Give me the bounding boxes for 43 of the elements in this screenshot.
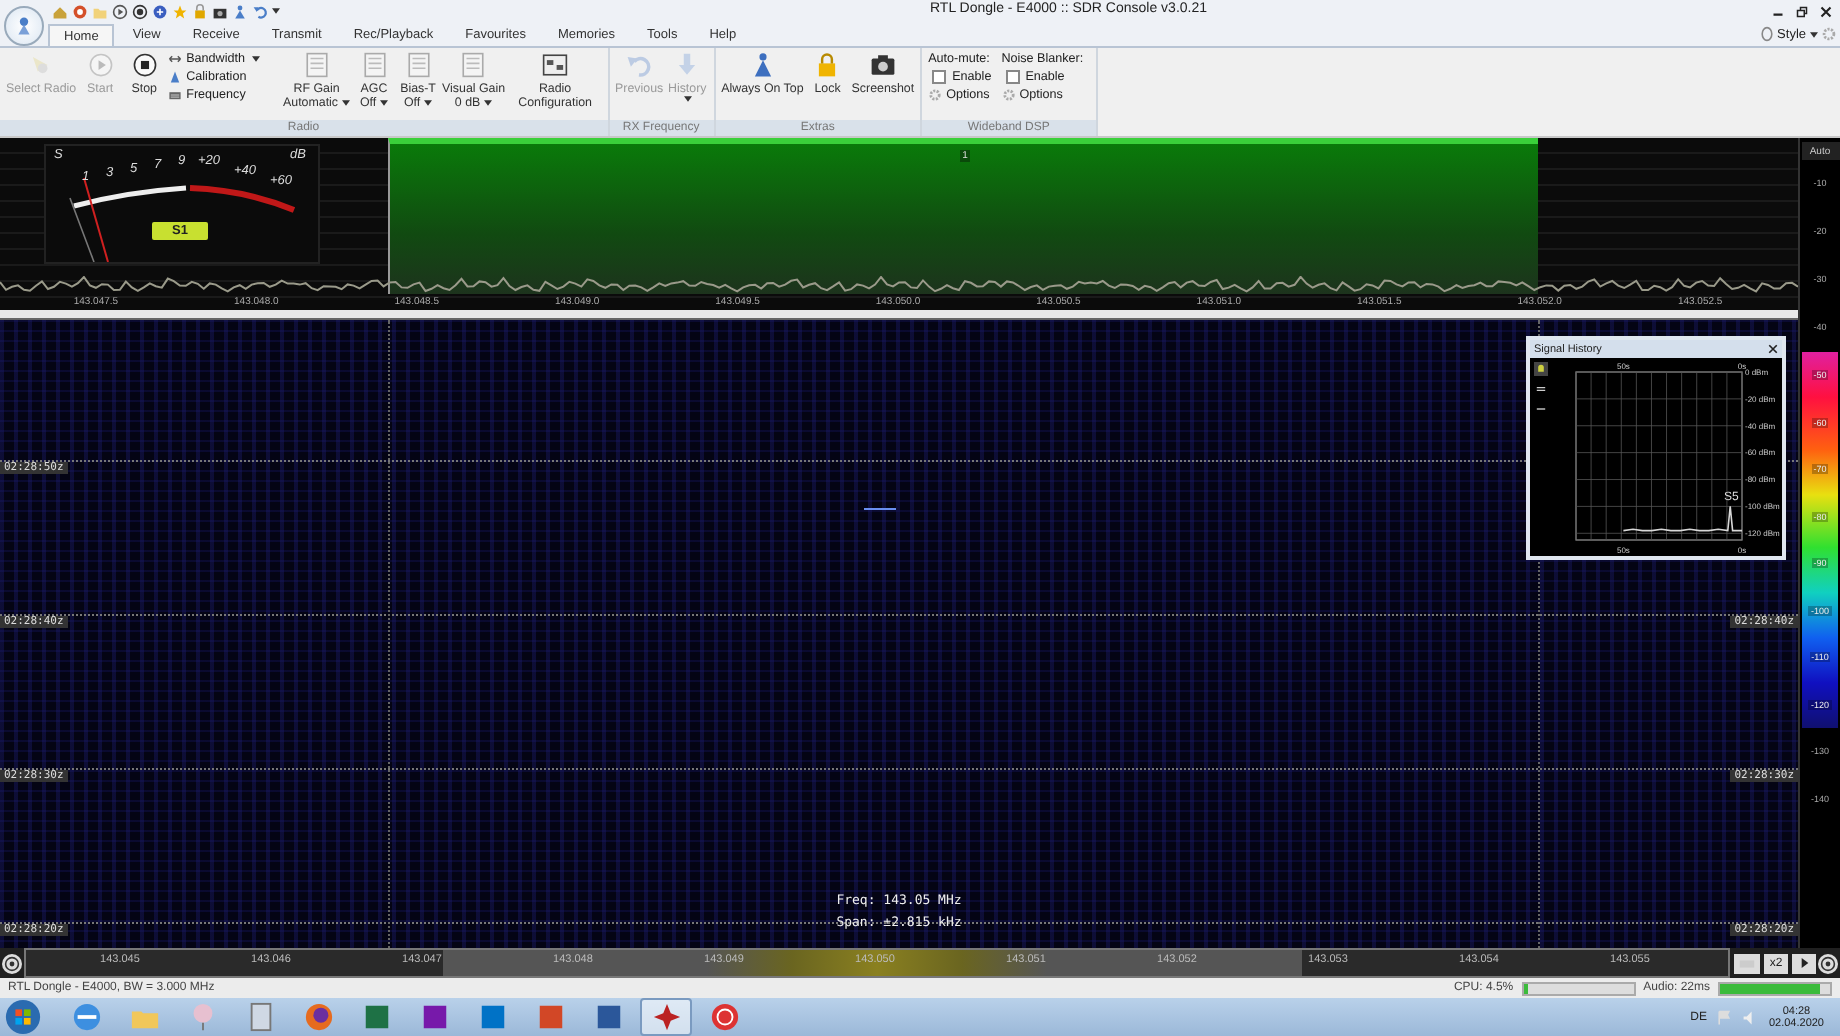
record-icon[interactable]	[132, 3, 148, 19]
camera-icon[interactable]	[212, 3, 228, 19]
start-icon[interactable]	[4, 998, 42, 1036]
play-icon[interactable]	[112, 3, 128, 19]
audio-meter	[1718, 981, 1832, 995]
lock-icon	[814, 52, 841, 78]
caret-icon	[684, 96, 693, 102]
caret-icon[interactable]	[272, 8, 280, 14]
restore-icon[interactable]	[1796, 5, 1808, 17]
caret-icon	[251, 56, 259, 62]
down-arrow-icon	[674, 52, 701, 78]
arrows-icon	[168, 52, 183, 66]
checkbox[interactable]	[932, 70, 947, 84]
target-icon	[4, 955, 20, 971]
close-icon[interactable]	[1768, 344, 1778, 354]
play-icon	[87, 52, 114, 78]
caret-icon	[484, 100, 493, 106]
dash-icon[interactable]	[1532, 402, 1550, 416]
play-icon	[1799, 958, 1809, 968]
screen-button[interactable]	[1734, 953, 1760, 973]
person-icon[interactable]	[232, 3, 248, 19]
gear-icon	[1001, 88, 1016, 102]
lifebuoy-icon[interactable]	[72, 3, 88, 19]
undo-icon	[626, 52, 653, 78]
caret-icon	[380, 100, 389, 106]
caret-icon	[424, 100, 433, 106]
star-icon[interactable]	[172, 3, 188, 19]
plus-icon[interactable]	[152, 3, 168, 19]
zoom-in-button[interactable]	[1818, 953, 1838, 973]
monitor-icon	[1738, 957, 1756, 969]
close-icon[interactable]	[1820, 5, 1832, 17]
play-button[interactable]	[1792, 953, 1816, 973]
undo-icon[interactable]	[252, 3, 268, 19]
caret-icon	[342, 100, 351, 106]
zoom-out-button[interactable]	[2, 953, 22, 973]
caret-icon[interactable]	[1810, 31, 1818, 37]
person-icon	[749, 52, 776, 78]
checkbox[interactable]	[1005, 70, 1020, 84]
target-icon	[1820, 955, 1836, 971]
signal-line	[1622, 505, 1743, 532]
gear-icon	[928, 88, 943, 102]
taskbar-star-app-icon[interactable]	[640, 998, 692, 1036]
cpu-meter	[1521, 981, 1636, 995]
